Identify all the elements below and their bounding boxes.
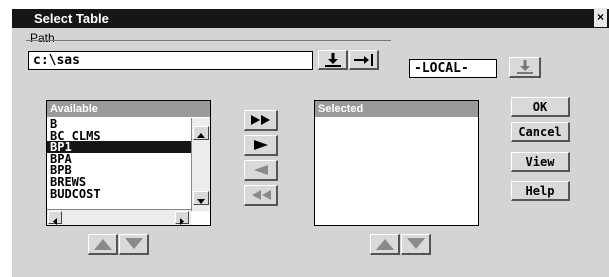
available-move-up-button[interactable] <box>88 234 118 255</box>
selected-header: Selected <box>315 101 478 117</box>
list-item[interactable]: BPA <box>47 153 192 164</box>
arrow-right-bar-icon <box>353 53 373 66</box>
list-item[interactable]: BREWS <box>47 176 192 187</box>
move-all-right-button[interactable] <box>244 110 278 131</box>
arrow-down-bar-icon <box>516 60 533 74</box>
arrow-down-icon <box>197 199 205 204</box>
library-field[interactable]: -LOCAL- <box>409 59 497 78</box>
title-bar: Select Table × <box>12 8 609 28</box>
available-move-down-button[interactable] <box>119 234 149 255</box>
path-label: Path <box>30 31 55 45</box>
select-table-dialog: Select Table × Path c:\sas -LOCAL- Avail… <box>0 0 609 277</box>
path-browse-button[interactable] <box>349 50 379 70</box>
arrow-right-icon <box>180 218 184 225</box>
scroll-up-button[interactable] <box>193 126 209 140</box>
dialog-title: Select Table <box>34 11 109 26</box>
cancel-button[interactable]: Cancel <box>511 122 570 142</box>
path-dropdown-button[interactable] <box>318 50 348 70</box>
scroll-right-button[interactable] <box>175 211 189 225</box>
scroll-down-button[interactable] <box>193 191 209 205</box>
close-icon[interactable]: × <box>594 8 607 27</box>
arrow-down-icon <box>124 238 143 249</box>
arrow-up-icon <box>197 133 205 138</box>
library-dropdown-button[interactable] <box>509 57 541 78</box>
double-arrow-right-icon <box>250 115 270 125</box>
selected-list[interactable]: Selected <box>314 100 479 226</box>
path-group-line <box>26 40 391 41</box>
list-item-selected[interactable]: BP1 <box>47 141 192 153</box>
arrow-left-icon <box>53 218 57 225</box>
view-button[interactable]: View <box>511 152 570 172</box>
list-item[interactable]: BUDCOST <box>47 188 192 199</box>
arrow-up-icon <box>375 239 394 250</box>
arrow-down-icon <box>406 238 425 249</box>
move-all-left-button[interactable] <box>244 185 278 206</box>
ok-button[interactable]: OK <box>511 97 570 117</box>
dialog-body: Path c:\sas -LOCAL- Available B BC_CLMS … <box>12 28 609 277</box>
help-button[interactable]: Help <box>511 181 570 201</box>
move-left-button[interactable] <box>244 160 278 181</box>
available-items: B BC_CLMS BP1 BPA BPB BREWS BUDCOST <box>47 118 192 199</box>
list-item[interactable]: BPB <box>47 164 192 176</box>
horizontal-scrollbar[interactable] <box>47 209 191 225</box>
scroll-left-button[interactable] <box>48 211 62 225</box>
arrow-up-icon <box>93 239 112 250</box>
selected-move-down-button[interactable] <box>401 234 431 255</box>
list-item[interactable]: B <box>47 118 192 129</box>
arrow-down-bar-icon <box>324 52 341 67</box>
path-input[interactable]: c:\sas <box>28 51 313 70</box>
vertical-scrollbar[interactable] <box>191 118 210 211</box>
double-arrow-left-icon <box>251 190 271 200</box>
list-item[interactable]: BC_CLMS <box>47 130 192 141</box>
available-header: Available <box>47 101 210 117</box>
arrow-right-icon <box>253 140 268 150</box>
move-right-button[interactable] <box>244 135 278 156</box>
selected-move-up-button[interactable] <box>370 234 400 255</box>
available-list[interactable]: Available B BC_CLMS BP1 BPA BPB BREWS BU… <box>46 100 211 226</box>
arrow-left-icon <box>253 165 268 175</box>
